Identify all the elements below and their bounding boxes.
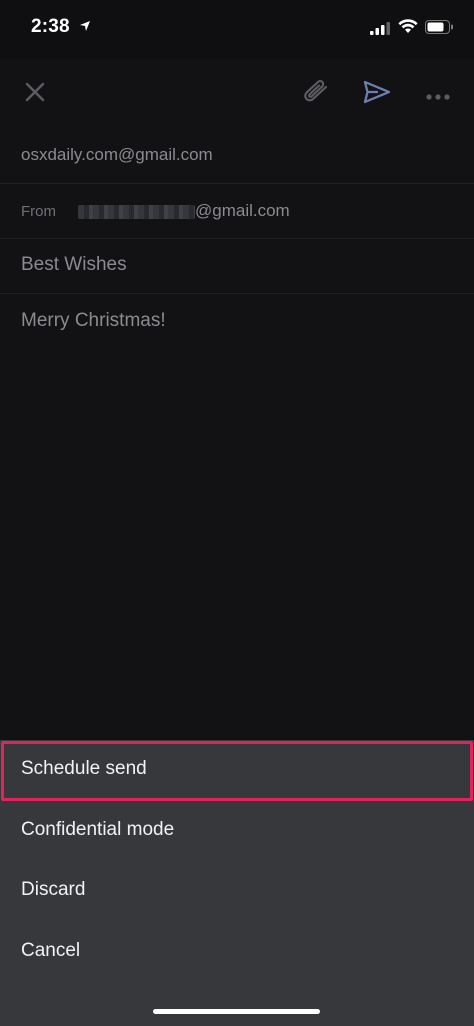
send-icon[interactable] (362, 78, 392, 111)
close-icon[interactable] (22, 79, 48, 110)
action-sheet: Schedule send Confidential mode Discard … (0, 740, 474, 1026)
more-horizontal-icon[interactable] (425, 88, 451, 106)
from-label: From (21, 203, 56, 220)
discard-label: Discard (21, 879, 86, 900)
cellular-signal-icon (370, 22, 390, 40)
status-bar: 2:38 (0, 0, 474, 58)
confidential-mode-label: Confidential mode (21, 819, 175, 840)
message-body[interactable]: Merry Christmas! (21, 310, 166, 332)
to-address: osxdaily.com@gmail.com (21, 145, 213, 164)
wifi-icon (398, 19, 418, 39)
redacted-address (78, 205, 195, 219)
cancel-label: Cancel (21, 940, 81, 961)
discard-option[interactable]: Discard (0, 861, 474, 921)
schedule-send-option[interactable]: Schedule send (0, 740, 474, 801)
home-indicator (153, 1009, 320, 1014)
status-time: 2:38 (31, 16, 70, 37)
from-field[interactable]: From @gmail.com (0, 183, 474, 239)
highlight-box (1, 741, 473, 801)
paperclip-icon[interactable] (302, 79, 332, 110)
to-field[interactable]: osxdaily.com@gmail.com (0, 128, 474, 184)
location-arrow-icon (79, 19, 91, 37)
subject-text: Best Wishes (21, 254, 127, 275)
compose-toolbar (0, 58, 474, 128)
cancel-option[interactable]: Cancel (0, 922, 474, 982)
battery-icon (425, 20, 454, 39)
confidential-mode-option[interactable]: Confidential mode (0, 801, 474, 861)
subject-field[interactable]: Best Wishes (0, 238, 474, 294)
from-domain: @gmail.com (195, 201, 290, 220)
